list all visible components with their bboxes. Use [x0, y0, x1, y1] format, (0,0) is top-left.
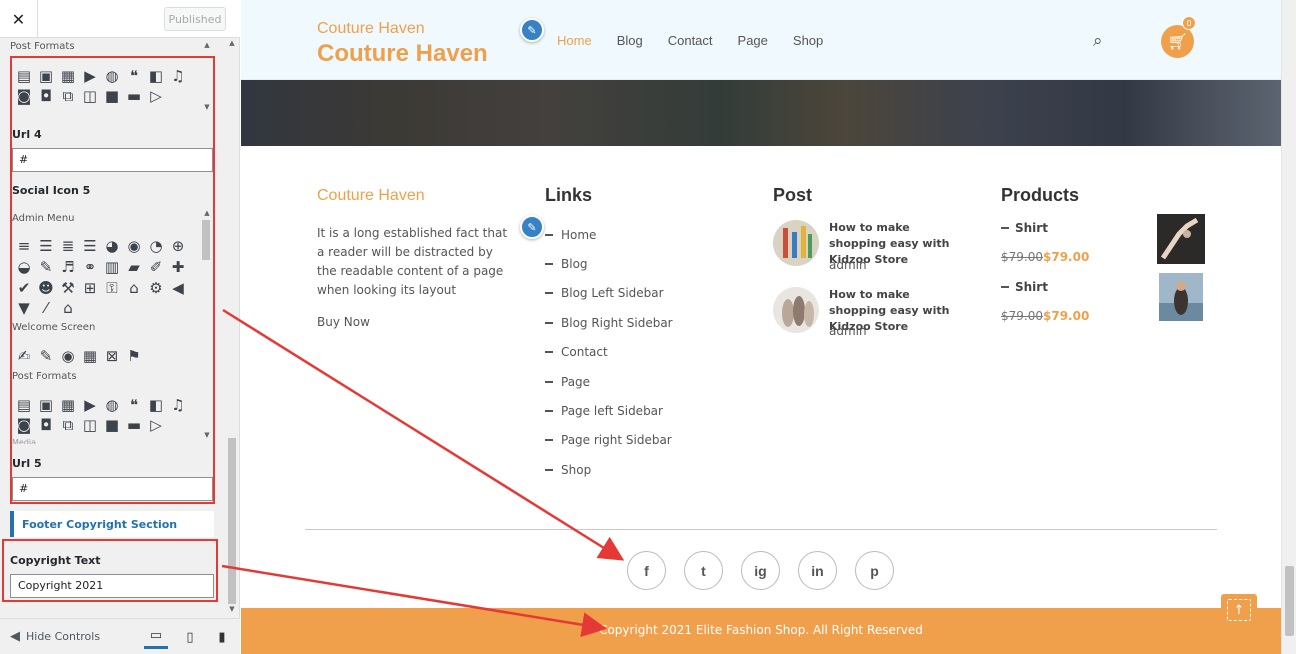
product-thumbnail[interactable]	[1159, 273, 1203, 321]
footer-link-blog-left-sidebar[interactable]: Blog Left Sidebar	[545, 279, 673, 308]
footer-about-text: It is a long established fact that a rea…	[317, 226, 508, 297]
nav-item-shop[interactable]: Shop	[793, 33, 823, 48]
footer-copyright-section-link[interactable]: Footer Copyright Section	[10, 511, 214, 537]
copyright-bar: Copyright 2021 Elite Fashion Shop. All R…	[241, 608, 1281, 654]
hide-controls-label: Hide Controls	[26, 630, 101, 643]
footer-link-page[interactable]: Page	[545, 367, 673, 396]
product-price: $79.00	[1043, 309, 1090, 323]
links-heading: Links	[545, 185, 593, 205]
product-old-price: $79.00	[1001, 250, 1043, 264]
footer-link-shop[interactable]: Shop	[545, 455, 673, 484]
product-name[interactable]: Shirt	[1001, 221, 1048, 235]
edit-shortcut-pencil-icon[interactable]: ✎	[520, 18, 544, 42]
published-button[interactable]: Published	[164, 7, 226, 31]
post-thumbnail[interactable]	[773, 287, 819, 333]
back-to-top-button[interactable]: ↑	[1221, 594, 1257, 626]
tablet-preview-icon[interactable]: ▯	[178, 625, 202, 649]
twitter-icon[interactable]: t	[684, 551, 723, 590]
site-title[interactable]: Couture Haven	[317, 40, 488, 68]
footer-link-contact[interactable]: Contact	[545, 338, 673, 367]
footer-link-home[interactable]: Home	[545, 220, 673, 249]
search-icon[interactable]: ⌕	[1093, 31, 1103, 51]
footer-link-blog-right-sidebar[interactable]: Blog Right Sidebar	[545, 308, 673, 337]
product-thumbnail[interactable]	[1157, 214, 1205, 264]
facebook-icon[interactable]: f	[627, 551, 666, 590]
site-header: Couture Haven Couture Haven ✎ Home Blog …	[241, 0, 1281, 80]
product-name[interactable]: Shirt	[1001, 280, 1048, 294]
mobile-preview-icon[interactable]: ▮	[210, 625, 234, 649]
main-navigation: Home Blog Contact Page Shop	[557, 33, 823, 48]
post-thumbnail[interactable]	[773, 220, 819, 266]
nav-item-contact[interactable]: Contact	[668, 33, 713, 48]
customizer-scrollbar[interactable]: ▲ ▼	[226, 38, 238, 616]
post-formats-label: Post Formats	[10, 41, 75, 52]
footer-links-list: Home Blog Blog Left Sidebar Blog Right S…	[545, 220, 673, 485]
footer-link-page-left-sidebar[interactable]: Page left Sidebar	[545, 396, 673, 425]
preview-scrollbar[interactable]	[1281, 0, 1296, 654]
nav-item-page[interactable]: Page	[738, 33, 768, 48]
social-icons: f t ig in p	[627, 551, 894, 590]
footer-link-page-right-sidebar[interactable]: Page right Sidebar	[545, 426, 673, 455]
products-heading: Products	[1001, 185, 1080, 205]
customizer-footer: ◀ Hide Controls ▭ ▯ ▮	[0, 618, 240, 654]
close-customizer-button[interactable]: ✕	[0, 0, 38, 38]
site-tagline[interactable]: Couture Haven	[317, 20, 425, 38]
instagram-icon[interactable]: ig	[741, 551, 780, 590]
post-heading: Post	[773, 185, 813, 205]
buy-now-link[interactable]: Buy Now	[317, 315, 370, 329]
hero-image-strip	[241, 80, 1281, 146]
product-price: $79.00	[1043, 250, 1090, 264]
desktop-preview-icon[interactable]: ▭	[144, 625, 168, 649]
site-preview: Couture Haven Couture Haven ✎ Home Blog …	[241, 0, 1281, 654]
collapse-arrow-icon: ◀	[10, 629, 20, 644]
footer-about-title: Couture Haven	[317, 187, 425, 204]
edit-shortcut-pencil-icon[interactable]: ✎	[520, 215, 544, 239]
nav-item-home[interactable]: Home	[557, 33, 592, 48]
post-author[interactable]: admin	[829, 324, 867, 338]
arrow-up-icon: ↑	[1227, 599, 1251, 621]
footer-link-blog[interactable]: Blog	[545, 249, 673, 278]
annotation-box-copyright	[2, 539, 218, 602]
customizer-header: ✕ Published	[0, 0, 240, 38]
linkedin-icon[interactable]: in	[798, 551, 837, 590]
copyright-text: Copyright 2021 Elite Fashion Shop. All R…	[599, 623, 923, 637]
hide-controls-button[interactable]: ◀ Hide Controls	[10, 629, 100, 644]
nav-item-blog[interactable]: Blog	[617, 33, 643, 48]
product-old-price: $79.00	[1001, 309, 1043, 323]
pinterest-icon[interactable]: p	[855, 551, 894, 590]
cart-count-badge: 0	[1182, 16, 1196, 30]
annotation-box-social-settings	[10, 56, 215, 504]
post-author[interactable]: admin	[829, 258, 867, 272]
footer-divider	[305, 529, 1217, 530]
